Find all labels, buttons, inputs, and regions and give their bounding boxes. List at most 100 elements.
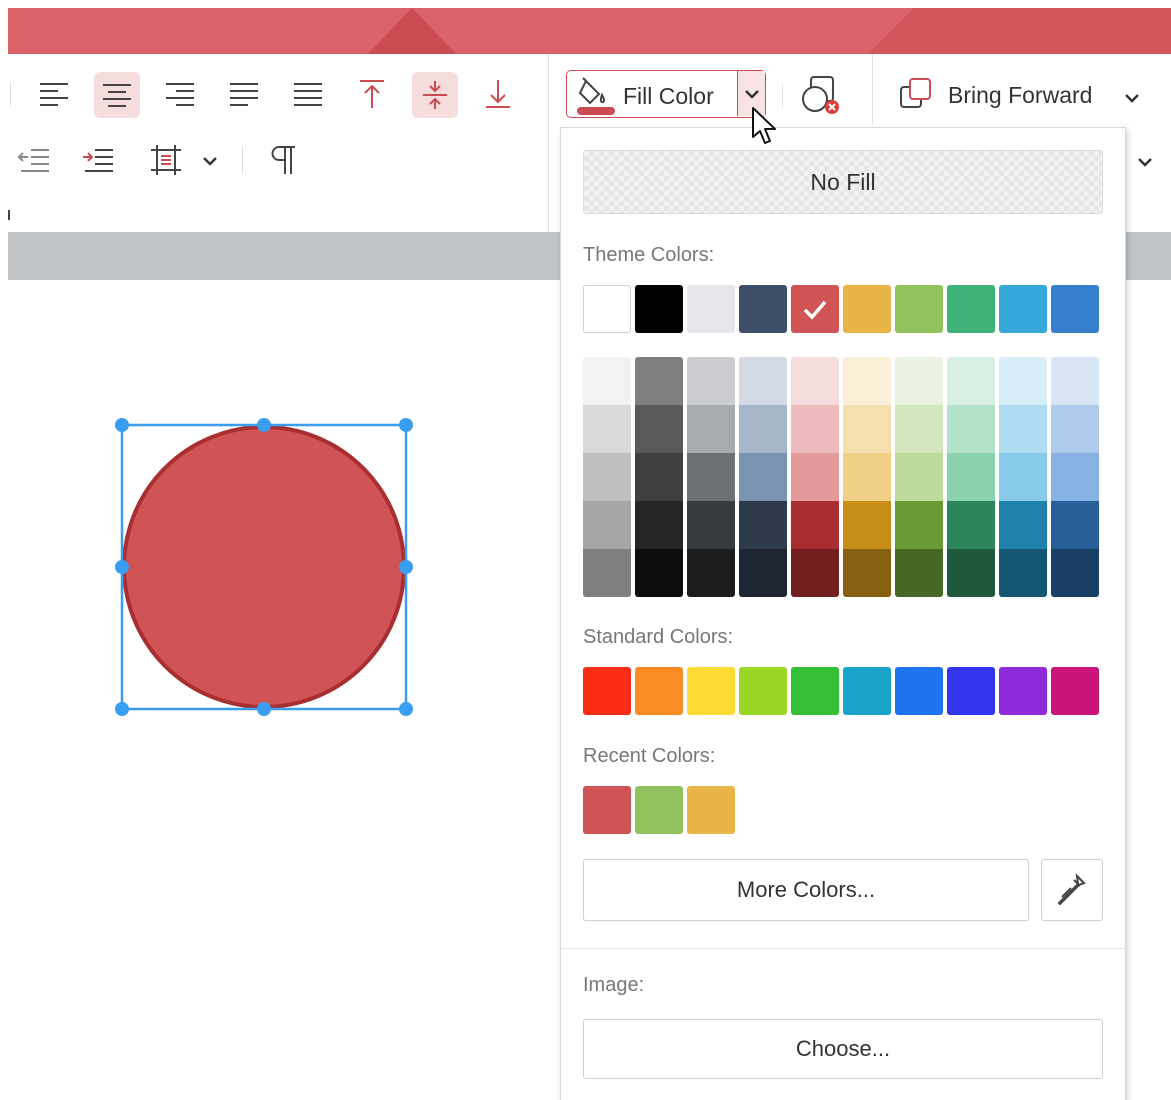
recent-color-swatch[interactable] xyxy=(687,786,735,834)
theme-shade-swatch[interactable] xyxy=(947,453,995,501)
standard-color-swatch[interactable] xyxy=(999,667,1047,715)
align-top-icon[interactable] xyxy=(350,72,394,116)
selected-circle-shape[interactable] xyxy=(100,405,430,735)
theme-shade-swatch[interactable] xyxy=(739,405,787,453)
theme-shade-swatch[interactable] xyxy=(791,549,839,597)
align-bottom-icon[interactable] xyxy=(476,72,520,116)
theme-shade-swatch[interactable] xyxy=(583,549,631,597)
theme-shade-swatch[interactable] xyxy=(843,357,891,405)
theme-color-swatch[interactable] xyxy=(999,285,1047,333)
theme-shade-swatch[interactable] xyxy=(1051,357,1099,405)
theme-shade-swatch[interactable] xyxy=(583,453,631,501)
justify-icon[interactable] xyxy=(222,72,266,116)
theme-color-swatch[interactable] xyxy=(635,285,683,333)
resize-handle[interactable] xyxy=(257,702,271,716)
theme-color-swatch[interactable] xyxy=(583,285,631,333)
theme-shade-swatch[interactable] xyxy=(1051,405,1099,453)
theme-shade-swatch[interactable] xyxy=(635,357,683,405)
text-box-margins-icon[interactable] xyxy=(144,140,188,180)
align-right-icon[interactable] xyxy=(158,72,202,116)
theme-shade-swatch[interactable] xyxy=(739,453,787,501)
theme-shade-swatch[interactable] xyxy=(999,357,1047,405)
align-center-icon[interactable] xyxy=(94,72,140,118)
resize-handle[interactable] xyxy=(115,418,129,432)
theme-shade-swatch[interactable] xyxy=(1051,453,1099,501)
theme-shade-swatch[interactable] xyxy=(583,357,631,405)
theme-shade-swatch[interactable] xyxy=(635,549,683,597)
theme-shade-swatch[interactable] xyxy=(687,501,735,549)
theme-color-swatch[interactable] xyxy=(1051,285,1099,333)
theme-color-swatch[interactable] xyxy=(947,285,995,333)
standard-color-swatch[interactable] xyxy=(791,667,839,715)
theme-shade-swatch[interactable] xyxy=(999,549,1047,597)
theme-shade-swatch[interactable] xyxy=(843,549,891,597)
shape-style-icon[interactable] xyxy=(798,70,844,118)
theme-shade-swatch[interactable] xyxy=(791,405,839,453)
theme-shade-swatch[interactable] xyxy=(895,405,943,453)
align-middle-icon[interactable] xyxy=(412,72,458,118)
increase-indent-icon[interactable] xyxy=(76,140,120,180)
resize-handle[interactable] xyxy=(115,560,129,574)
bring-forward-label[interactable]: Bring Forward xyxy=(948,82,1092,109)
theme-shade-swatch[interactable] xyxy=(583,501,631,549)
standard-color-swatch[interactable] xyxy=(947,667,995,715)
theme-color-swatch[interactable] xyxy=(739,285,787,333)
theme-shade-swatch[interactable] xyxy=(791,501,839,549)
theme-shade-swatch[interactable] xyxy=(947,501,995,549)
theme-shade-swatch[interactable] xyxy=(999,453,1047,501)
standard-color-swatch[interactable] xyxy=(739,667,787,715)
theme-shade-swatch[interactable] xyxy=(895,357,943,405)
chevron-down-icon[interactable] xyxy=(1132,150,1158,174)
theme-shade-swatch[interactable] xyxy=(1051,501,1099,549)
eyedropper-button[interactable] xyxy=(1041,859,1103,921)
theme-shade-swatch[interactable] xyxy=(739,501,787,549)
theme-shade-swatch[interactable] xyxy=(999,405,1047,453)
bring-forward-icon[interactable] xyxy=(894,72,938,116)
chevron-down-icon[interactable] xyxy=(1118,86,1146,110)
theme-shade-swatch[interactable] xyxy=(843,405,891,453)
resize-handle[interactable] xyxy=(399,560,413,574)
theme-shade-swatch[interactable] xyxy=(635,501,683,549)
chevron-down-icon[interactable] xyxy=(196,146,224,176)
recent-color-swatch[interactable] xyxy=(583,786,631,834)
circle-shape[interactable] xyxy=(122,425,406,709)
theme-shade-swatch[interactable] xyxy=(583,405,631,453)
theme-shade-swatch[interactable] xyxy=(687,357,735,405)
fill-color-button[interactable]: Fill Color xyxy=(566,70,766,118)
theme-shade-swatch[interactable] xyxy=(635,453,683,501)
theme-shade-swatch[interactable] xyxy=(843,501,891,549)
theme-color-swatch[interactable] xyxy=(895,285,943,333)
theme-shade-swatch[interactable] xyxy=(843,453,891,501)
theme-color-swatch[interactable] xyxy=(687,285,735,333)
more-colors-button[interactable]: More Colors... xyxy=(583,859,1029,921)
theme-shade-swatch[interactable] xyxy=(947,357,995,405)
theme-shade-swatch[interactable] xyxy=(739,357,787,405)
theme-shade-swatch[interactable] xyxy=(947,549,995,597)
theme-color-swatch[interactable] xyxy=(843,285,891,333)
theme-shade-swatch[interactable] xyxy=(947,405,995,453)
theme-shade-swatch[interactable] xyxy=(687,453,735,501)
paragraph-marks-icon[interactable] xyxy=(262,138,306,182)
align-left-icon[interactable] xyxy=(32,72,76,116)
theme-shade-swatch[interactable] xyxy=(895,453,943,501)
standard-color-swatch[interactable] xyxy=(687,667,735,715)
resize-handle[interactable] xyxy=(399,702,413,716)
theme-shade-swatch[interactable] xyxy=(687,549,735,597)
theme-shade-swatch[interactable] xyxy=(739,549,787,597)
theme-shade-swatch[interactable] xyxy=(687,405,735,453)
choose-image-button[interactable]: Choose... xyxy=(583,1019,1103,1079)
standard-color-swatch[interactable] xyxy=(635,667,683,715)
standard-color-swatch[interactable] xyxy=(843,667,891,715)
theme-shade-swatch[interactable] xyxy=(791,357,839,405)
no-fill-button[interactable]: No Fill xyxy=(583,150,1103,214)
theme-shade-swatch[interactable] xyxy=(999,501,1047,549)
theme-shade-swatch[interactable] xyxy=(895,549,943,597)
theme-color-swatch[interactable] xyxy=(791,285,839,333)
distribute-icon[interactable] xyxy=(286,72,330,116)
standard-color-swatch[interactable] xyxy=(1051,667,1099,715)
theme-shade-swatch[interactable] xyxy=(1051,549,1099,597)
resize-handle[interactable] xyxy=(399,418,413,432)
resize-handle[interactable] xyxy=(257,418,271,432)
decrease-indent-icon[interactable] xyxy=(12,140,56,180)
standard-color-swatch[interactable] xyxy=(583,667,631,715)
